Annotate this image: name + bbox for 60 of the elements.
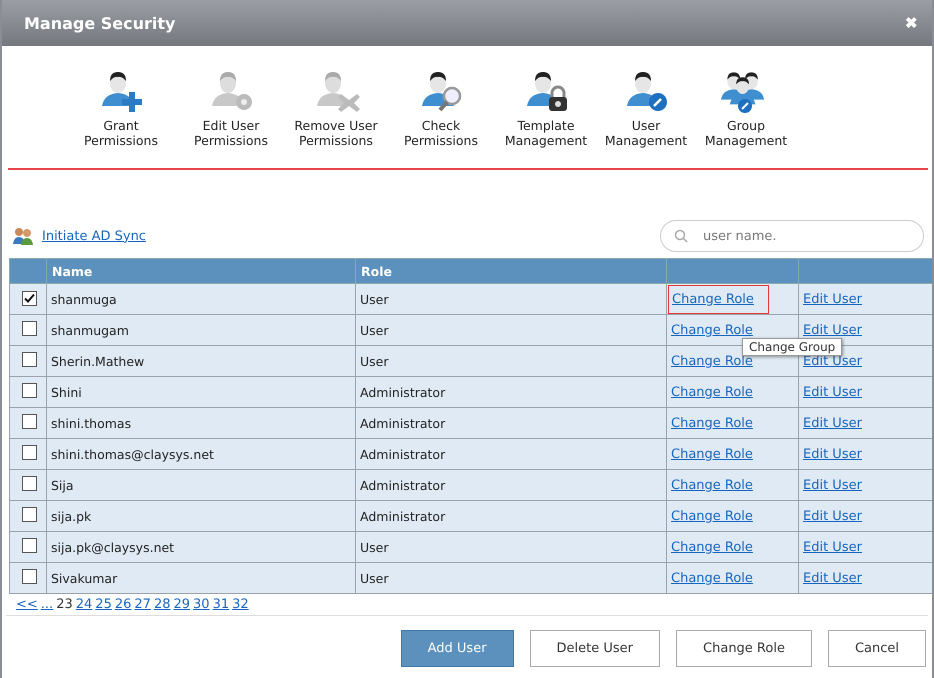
people-sync-icon bbox=[12, 226, 36, 246]
user-name: Sherin.Mathew bbox=[51, 354, 144, 368]
user-role: User bbox=[360, 540, 388, 554]
user-name: shini.thomas bbox=[51, 416, 132, 430]
user-role: User bbox=[360, 354, 388, 368]
window-title: Manage Security bbox=[24, 14, 176, 32]
user-name: Shini bbox=[51, 384, 82, 400]
dialog-button[interactable]: Delete User bbox=[530, 630, 660, 667]
row-checkbox[interactable] bbox=[22, 352, 37, 367]
toolbar-button[interactable]: Check Permissions bbox=[386, 66, 496, 148]
user-name: shanmuga bbox=[51, 292, 117, 306]
row-checkbox[interactable] bbox=[22, 569, 37, 584]
page-link[interactable]: 29 bbox=[173, 597, 190, 612]
page-link[interactable]: 25 bbox=[95, 597, 112, 612]
user-name: sija.pk@claysys.net bbox=[51, 540, 174, 554]
column-header: Role bbox=[356, 258, 666, 284]
toolbar-button[interactable]: Template Management bbox=[496, 66, 596, 148]
tooltip: Change Group bbox=[742, 338, 842, 356]
row-checkbox[interactable] bbox=[22, 538, 37, 553]
current-page: 23 bbox=[56, 597, 73, 612]
user-name: shanmugam bbox=[51, 322, 129, 338]
row-checkbox[interactable] bbox=[22, 476, 37, 491]
toolbar-button[interactable]: User Management bbox=[596, 66, 696, 148]
page-link[interactable]: 30 bbox=[193, 597, 210, 612]
page-link[interactable]: 24 bbox=[76, 597, 92, 612]
toolbar-button[interactable]: Grant Permissions bbox=[66, 66, 176, 148]
dialog-button[interactable]: Add User bbox=[400, 630, 514, 667]
user-role: Administrator bbox=[360, 478, 446, 492]
page-link[interactable]: << bbox=[16, 597, 38, 612]
page-link[interactable]: 28 bbox=[154, 597, 170, 612]
search-icon bbox=[674, 229, 688, 243]
row-checkbox[interactable] bbox=[22, 507, 37, 522]
column-header: Name bbox=[46, 258, 356, 284]
dialog-button[interactable]: Change Role bbox=[676, 630, 812, 667]
row-checkbox[interactable] bbox=[22, 383, 37, 398]
page-link[interactable]: 31 bbox=[212, 597, 230, 612]
user-name: Sivakumar bbox=[51, 570, 118, 586]
page-link[interactable]: ... bbox=[40, 597, 54, 612]
user-role: User bbox=[360, 292, 388, 306]
page-link[interactable]: 27 bbox=[134, 597, 151, 612]
user-role: Administrator bbox=[360, 416, 446, 430]
page-link[interactable]: 26 bbox=[114, 597, 132, 612]
user-role: Administrator bbox=[360, 508, 446, 524]
row-checkbox[interactable] bbox=[22, 291, 37, 306]
user-role: User bbox=[360, 570, 388, 586]
toolbar-button[interactable]: Group Management bbox=[696, 66, 796, 148]
row-checkbox[interactable] bbox=[22, 445, 37, 460]
user-name: shini.thomas@claysys.net bbox=[51, 446, 214, 462]
ad-sync-link[interactable]: Initiate AD Sync bbox=[42, 228, 146, 244]
user-name: Sija bbox=[51, 478, 74, 492]
user-name: sija.pk bbox=[51, 508, 92, 524]
user-role: Administrator bbox=[360, 446, 446, 462]
dialog-button[interactable]: Cancel bbox=[828, 630, 926, 667]
search-field[interactable]: user name. bbox=[660, 220, 924, 252]
close-button[interactable]: ✖ bbox=[905, 14, 918, 32]
user-role: Administrator bbox=[360, 384, 446, 400]
row-checkbox[interactable] bbox=[22, 321, 37, 336]
page-link[interactable]: 32 bbox=[232, 597, 249, 612]
user-role: User bbox=[360, 322, 388, 338]
row-checkbox[interactable] bbox=[22, 414, 37, 429]
